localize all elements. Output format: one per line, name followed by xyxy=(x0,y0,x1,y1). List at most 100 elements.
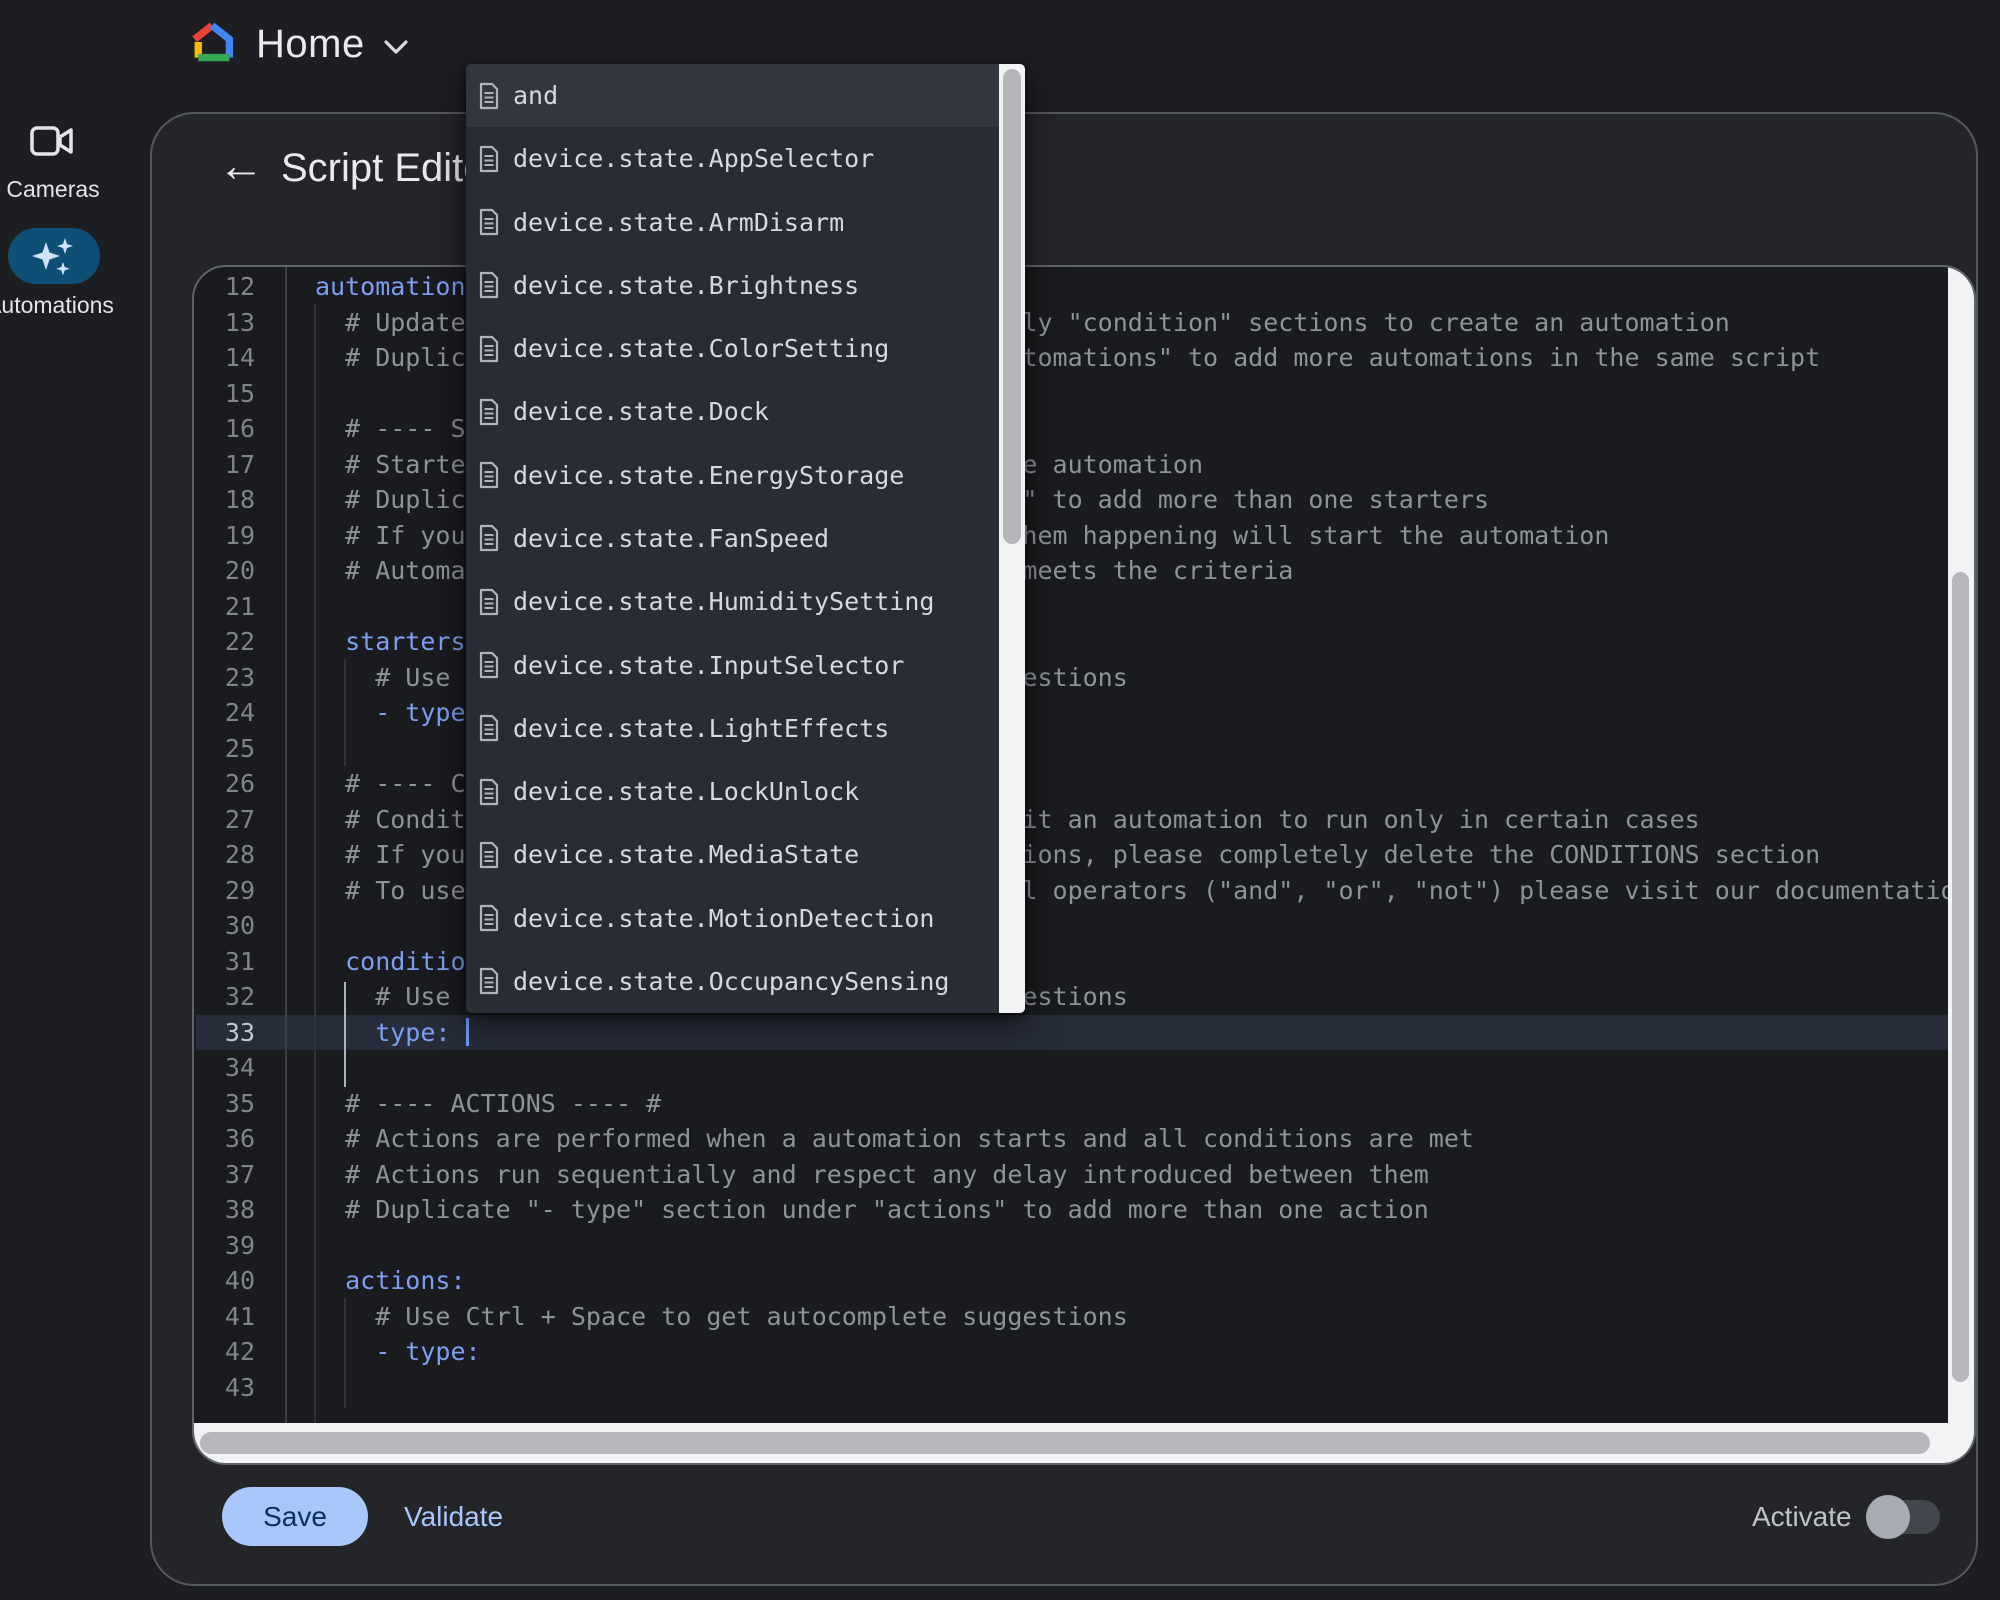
code-line[interactable] xyxy=(315,1050,1952,1086)
autocomplete-item[interactable]: device.state.FanSpeed xyxy=(466,507,999,570)
line-numbers: 1213141516171819202122232425262728293031… xyxy=(194,269,255,1405)
autocomplete-item[interactable]: device.state.MediaState xyxy=(466,823,999,886)
line-number: 29 xyxy=(194,873,255,909)
video-camera-icon[interactable] xyxy=(30,124,74,158)
line-number: 43 xyxy=(194,1370,255,1406)
activate-label: Activate xyxy=(1752,1501,1852,1533)
line-number: 19 xyxy=(194,518,255,554)
save-button[interactable]: Save xyxy=(222,1487,368,1546)
autocomplete-dropdown: and device.state.AppSelector device.state.… xyxy=(466,64,1025,1013)
line-number: 25 xyxy=(194,731,255,767)
autocomplete-item-label: device.state.LightEffects xyxy=(513,714,889,743)
code-editor[interactable]: 1213141516171819202122232425262728293031… xyxy=(192,265,1976,1465)
autocomplete-item[interactable]: device.state.LightEffects xyxy=(466,697,999,760)
line-number: 13 xyxy=(194,305,255,341)
code-line[interactable]: # Duplicate "- type" section under "acti… xyxy=(315,1192,1952,1228)
autocomplete-item[interactable]: device.state.ColorSetting xyxy=(466,317,999,380)
line-number: 33 xyxy=(194,1015,255,1051)
autocomplete-item-label: device.state.MediaState xyxy=(513,840,859,869)
sparkles-icon xyxy=(30,236,76,278)
chevron-down-icon[interactable] xyxy=(382,38,410,56)
line-number: 39 xyxy=(194,1228,255,1264)
line-number: 24 xyxy=(194,695,255,731)
autocomplete-item[interactable]: device.state.Brightness xyxy=(466,254,999,317)
autocomplete-item[interactable]: device.state.EnergyStorage xyxy=(466,444,999,507)
autocomplete-item[interactable]: device.state.MotionDetection xyxy=(466,886,999,949)
autocomplete-item-label: device.state.MotionDetection xyxy=(513,904,934,933)
document-icon xyxy=(478,904,500,932)
code-line[interactable]: actions: xyxy=(315,1263,1952,1299)
autocomplete-item-label: device.state.LockUnlock xyxy=(513,777,859,806)
document-icon xyxy=(478,967,500,995)
editor-vertical-scrollbar[interactable] xyxy=(1948,267,1974,1463)
autocomplete-scrollbar[interactable] xyxy=(999,64,1025,1013)
google-home-logo-icon xyxy=(190,20,234,64)
autocomplete-item-label: device.state.OccupancySensing xyxy=(513,967,950,996)
autocomplete-item-label: device.state.FanSpeed xyxy=(513,524,829,553)
document-icon xyxy=(478,524,500,552)
autocomplete-scrollbar-thumb[interactable] xyxy=(1003,69,1021,544)
sidebar-item-cameras[interactable]: Cameras xyxy=(6,176,99,203)
validate-button[interactable]: Validate xyxy=(404,1501,503,1533)
autocomplete-list: and device.state.AppSelector device.state.… xyxy=(466,64,999,1013)
line-number: 16 xyxy=(194,411,255,447)
line-number: 23 xyxy=(194,660,255,696)
line-number: 17 xyxy=(194,447,255,483)
line-number: 38 xyxy=(194,1192,255,1228)
toggle-knob[interactable] xyxy=(1866,1495,1910,1539)
autocomplete-item[interactable]: device.state.HumiditySetting xyxy=(466,570,999,633)
code-line[interactable]: - type: xyxy=(315,1334,1952,1370)
line-number: 15 xyxy=(194,376,255,412)
app-window: Home Cameras Automations ← Script Editor… xyxy=(0,0,2000,1600)
document-icon xyxy=(478,145,500,173)
autocomplete-item[interactable]: device.state.OccupancySensing xyxy=(466,950,999,1013)
line-number: 32 xyxy=(194,979,255,1015)
autocomplete-item-label: device.state.InputSelector xyxy=(513,651,904,680)
line-number: 30 xyxy=(194,908,255,944)
activate-toggle[interactable] xyxy=(1872,1500,1940,1534)
document-icon xyxy=(478,841,500,869)
code-line[interactable]: # Use Ctrl + Space to get autocomplete s… xyxy=(315,1299,1952,1335)
back-arrow-icon[interactable]: ← xyxy=(218,142,264,188)
autocomplete-item[interactable]: device.state.InputSelector xyxy=(466,633,999,696)
document-icon xyxy=(478,82,500,110)
document-icon xyxy=(478,461,500,489)
document-icon xyxy=(478,714,500,742)
code-line[interactable] xyxy=(315,1370,1952,1406)
home-menu[interactable]: Home xyxy=(256,22,365,67)
line-number: 18 xyxy=(194,482,255,518)
line-number: 42 xyxy=(194,1334,255,1370)
line-number: 36 xyxy=(194,1121,255,1157)
line-number: 26 xyxy=(194,766,255,802)
line-number: 34 xyxy=(194,1050,255,1086)
line-number: 14 xyxy=(194,340,255,376)
autocomplete-item-label: and xyxy=(513,81,558,110)
autocomplete-item[interactable]: device.state.Dock xyxy=(466,380,999,443)
code-line[interactable]: # ---- ACTIONS ---- # xyxy=(315,1086,1952,1122)
line-number: 21 xyxy=(194,589,255,625)
autocomplete-item-label: device.state.AppSelector xyxy=(513,144,874,173)
autocomplete-item[interactable]: device.state.LockUnlock xyxy=(466,760,999,823)
code-line[interactable]: # Actions are performed when a automatio… xyxy=(315,1121,1952,1157)
code-line[interactable]: type: xyxy=(315,1015,1952,1051)
document-icon xyxy=(478,588,500,616)
autocomplete-item[interactable]: device.state.AppSelector xyxy=(466,127,999,190)
line-number: 35 xyxy=(194,1086,255,1122)
line-number: 27 xyxy=(194,802,255,838)
document-icon xyxy=(478,778,500,806)
autocomplete-item-label: device.state.ArmDisarm xyxy=(513,208,844,237)
vertical-scrollbar-thumb[interactable] xyxy=(1952,572,1969,1382)
document-icon xyxy=(478,208,500,236)
horizontal-scrollbar-thumb[interactable] xyxy=(200,1432,1930,1454)
editor-horizontal-scrollbar[interactable] xyxy=(194,1423,1974,1463)
gutter-divider xyxy=(285,267,287,1463)
autocomplete-item[interactable]: device.state.ArmDisarm xyxy=(466,191,999,254)
code-line[interactable]: # Actions run sequentially and respect a… xyxy=(315,1157,1952,1193)
line-number: 41 xyxy=(194,1299,255,1335)
line-number: 22 xyxy=(194,624,255,660)
code-line[interactable] xyxy=(315,1228,1952,1264)
document-icon xyxy=(478,651,500,679)
sidebar-item-automations-label: Automations xyxy=(0,292,114,319)
autocomplete-item-label: device.state.EnergyStorage xyxy=(513,461,904,490)
autocomplete-item[interactable]: and xyxy=(466,64,999,127)
